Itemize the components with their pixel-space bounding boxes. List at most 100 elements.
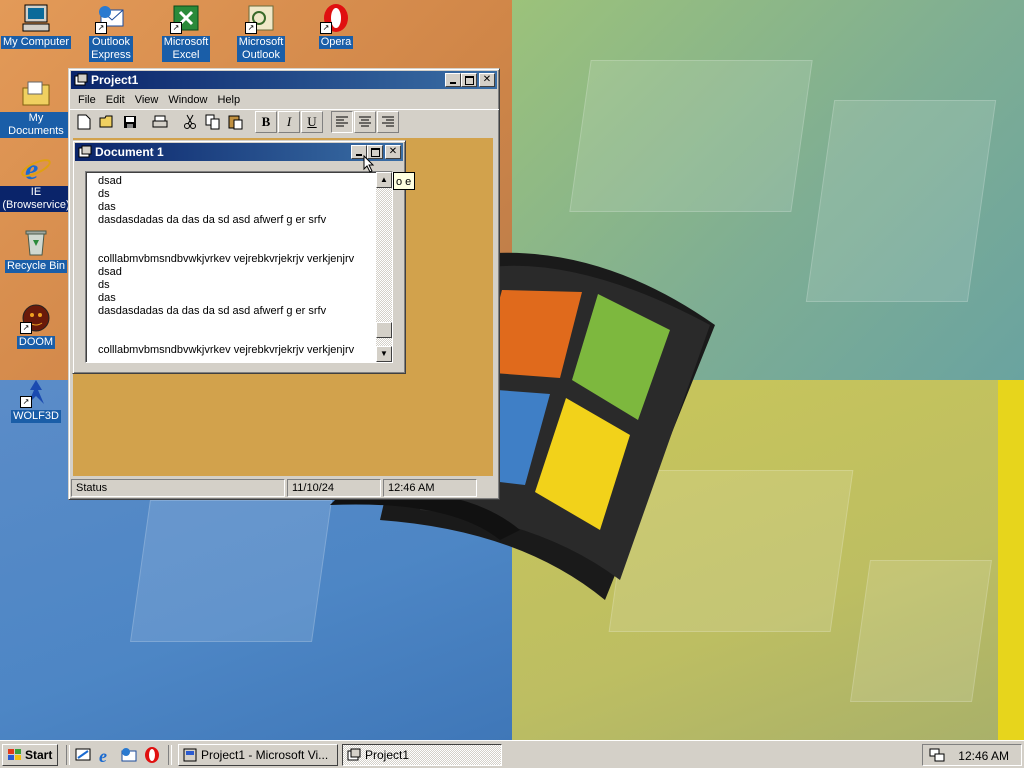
- copy-button[interactable]: [202, 111, 224, 133]
- desktop-icon-my-computer[interactable]: My Computer: [0, 2, 72, 49]
- desktop-icon-label: My Computer: [0, 36, 72, 49]
- doom-icon: ↗: [20, 302, 52, 334]
- align-right-icon: [382, 116, 394, 127]
- clock[interactable]: 12:46 AM: [958, 749, 1009, 763]
- align-right-button[interactable]: [377, 111, 399, 133]
- menu-help[interactable]: Help: [212, 94, 245, 106]
- new-button[interactable]: [73, 111, 95, 133]
- wolf3d-icon: ↗: [20, 376, 52, 408]
- ie-icon: e: [20, 152, 52, 186]
- bold-label: B: [261, 114, 271, 129]
- vertical-scrollbar[interactable]: ▲ ▼: [376, 172, 392, 362]
- opera-icon[interactable]: [143, 746, 161, 764]
- task-label: Project1: [365, 748, 410, 762]
- system-tray: 12:46 AM: [922, 744, 1022, 766]
- taskbar-button-project1[interactable]: Project1: [342, 744, 502, 766]
- paste-icon: [228, 115, 243, 130]
- close-button[interactable]: ✕: [479, 73, 495, 87]
- desktop-icon-excel[interactable]: ↗ Microsoft Excel: [150, 2, 222, 62]
- save-icon: [124, 116, 136, 128]
- scroll-down-button[interactable]: ▼: [376, 346, 392, 362]
- document1-window[interactable]: Document 1 ✕ dsad ds das dasdasdadas da …: [72, 140, 406, 374]
- close-icon: ✕: [482, 74, 492, 85]
- underline-label: U: [307, 114, 317, 129]
- taskbar-separator: [168, 745, 172, 765]
- scroll-up-button[interactable]: ▲: [376, 172, 392, 188]
- window-title: Document 1: [95, 145, 164, 159]
- maximize-icon: [465, 76, 474, 85]
- scroll-thumb[interactable]: [376, 322, 392, 338]
- print-button[interactable]: [149, 111, 171, 133]
- wallpaper-panel: [805, 100, 997, 302]
- save-button[interactable]: [119, 111, 141, 133]
- outlook-express-icon[interactable]: [120, 746, 138, 764]
- desktop-icon-label: IE (Browservice): [0, 186, 72, 212]
- document-text-area[interactable]: dsad ds das dasdasdadas da das da sd asd…: [85, 171, 393, 363]
- desktop-icon-ie[interactable]: e IE (Browservice): [0, 152, 72, 212]
- italic-button[interactable]: I: [278, 111, 300, 133]
- toolbar: B I U: [69, 109, 499, 134]
- ie-icon[interactable]: e: [97, 746, 115, 764]
- network-icon[interactable]: [929, 747, 945, 763]
- desktop-icon-label: Opera: [318, 36, 354, 49]
- document1-titlebar[interactable]: Document 1 ✕: [75, 143, 403, 161]
- desktop-icon-label: Microsoft Excel: [161, 36, 211, 62]
- cut-button[interactable]: [179, 111, 201, 133]
- start-button[interactable]: Start: [2, 744, 58, 766]
- underline-button[interactable]: U: [301, 111, 323, 133]
- app-icon: [74, 73, 88, 86]
- taskbar: Start e Project1 - Microsoft Vi... Proje…: [0, 740, 1024, 768]
- tooltip: o e: [393, 172, 415, 190]
- wallpaper-panel: [130, 500, 332, 642]
- outlook-icon: ↗: [245, 2, 277, 34]
- desktop-icon-my-documents[interactable]: My Documents: [0, 78, 72, 138]
- menu-view[interactable]: View: [130, 94, 164, 106]
- document-icon: [78, 145, 92, 158]
- minimize-button[interactable]: [445, 73, 461, 87]
- desktop-icon-doom[interactable]: ↗ DOOM: [0, 302, 72, 349]
- align-center-button[interactable]: [354, 111, 376, 133]
- status-date: 11/10/24: [287, 479, 381, 497]
- bold-button[interactable]: B: [255, 111, 277, 133]
- recycle-bin-icon: [20, 226, 52, 258]
- menu-file[interactable]: File: [73, 94, 101, 106]
- document-text: dsad ds das dasdasdadas da das da sd asd…: [98, 175, 355, 356]
- open-icon: [99, 115, 113, 128]
- wallpaper-yellow-strip: [998, 380, 1024, 740]
- desktop-icon-label: Recycle Bin: [4, 260, 68, 273]
- menu-edit[interactable]: Edit: [101, 94, 130, 106]
- task-label: Project1 - Microsoft Vi...: [201, 748, 329, 762]
- folder-icon: [20, 78, 52, 110]
- menu-bar: File Edit View Window Help: [69, 91, 499, 109]
- mouse-cursor-icon: [363, 155, 375, 173]
- paste-button[interactable]: [225, 111, 247, 133]
- open-button[interactable]: [96, 111, 118, 133]
- status-text: Status: [71, 479, 285, 497]
- arrow-down-icon: ▼: [380, 349, 388, 358]
- desktop-icon-label: WOLF3D: [11, 410, 61, 423]
- computer-icon: [20, 2, 52, 34]
- desktop-icon-outlook-express[interactable]: ↗ Outlook Express: [75, 2, 147, 62]
- desktop-icon-wolf3d[interactable]: ↗ WOLF3D: [0, 376, 72, 423]
- taskbar-button-vb-project[interactable]: Project1 - Microsoft Vi...: [178, 744, 338, 766]
- opera-icon: ↗: [320, 2, 352, 34]
- close-button[interactable]: ✕: [385, 145, 401, 159]
- desktop-icon-outlook[interactable]: ↗ Microsoft Outlook: [225, 2, 297, 62]
- show-desktop-icon[interactable]: [74, 746, 92, 764]
- maximize-button[interactable]: [461, 73, 477, 87]
- wallpaper-panel: [569, 60, 813, 212]
- project1-titlebar[interactable]: Project1 ✕: [71, 71, 497, 89]
- desktop-icon-opera[interactable]: ↗ Opera: [300, 2, 372, 49]
- window-title: Project1: [91, 73, 139, 87]
- resize-grip-icon[interactable]: [479, 479, 493, 497]
- minimize-icon: [450, 82, 456, 84]
- vb-icon: [183, 748, 197, 762]
- align-left-button[interactable]: [331, 111, 353, 133]
- menu-window[interactable]: Window: [163, 94, 212, 106]
- desktop-icon-label: Outlook Express: [89, 36, 133, 62]
- desktop-icon-recycle-bin[interactable]: Recycle Bin: [0, 226, 72, 273]
- italic-label: I: [286, 114, 292, 129]
- wallpaper-panel: [850, 560, 992, 702]
- new-icon: [77, 114, 91, 130]
- start-label: Start: [25, 748, 53, 762]
